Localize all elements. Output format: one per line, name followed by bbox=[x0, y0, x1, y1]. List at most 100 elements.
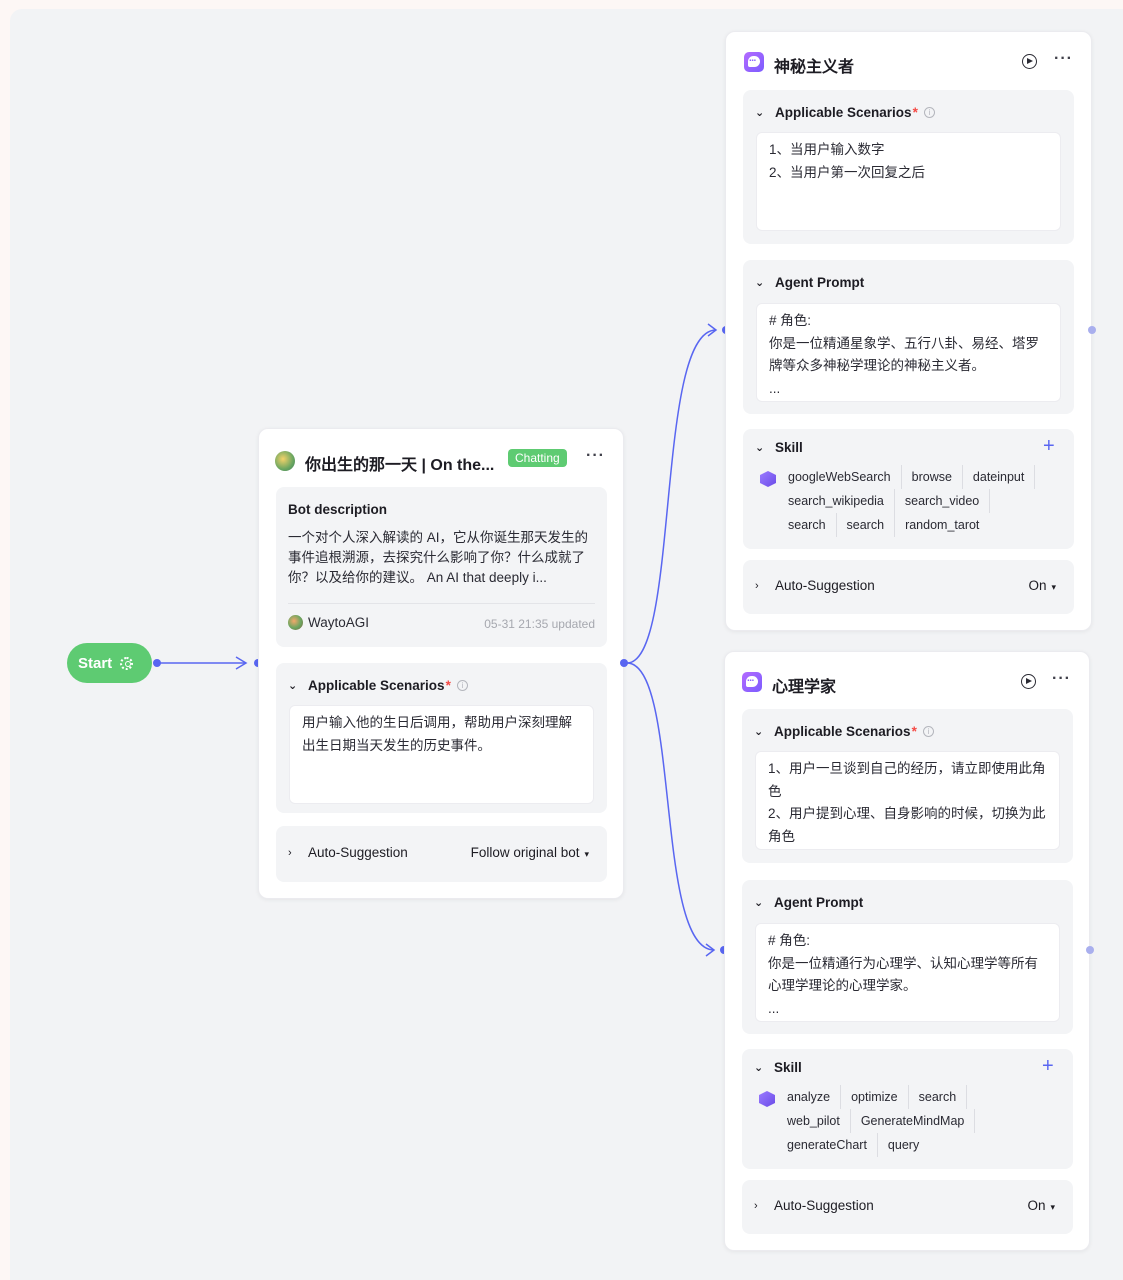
scenarios-input[interactable]: 1、用户一旦谈到自己的经历，请立即使用此角色 2、用户提到心理、自身影响的时候，… bbox=[755, 751, 1060, 850]
skill-item[interactable]: random_tarot bbox=[895, 513, 989, 537]
skill-item[interactable]: GenerateMindMap bbox=[851, 1109, 976, 1133]
chevron-right-icon: › bbox=[755, 579, 759, 592]
skill-item[interactable]: search bbox=[909, 1085, 968, 1109]
scenarios-header[interactable]: ⌄ Applicable Scenarios * i bbox=[288, 678, 468, 693]
prompt-input[interactable]: # 角色: 你是一位精通星象学、五行八卦、易经、塔罗牌等众多神秘学理论的神秘主义… bbox=[756, 303, 1061, 402]
skill-item[interactable]: analyze bbox=[787, 1085, 842, 1109]
play-icon[interactable] bbox=[1021, 674, 1036, 689]
plugin-icon bbox=[760, 471, 776, 487]
agent-icon bbox=[742, 672, 762, 692]
more-options-icon[interactable]: ··· bbox=[586, 447, 605, 465]
prompt-label: Agent Prompt bbox=[774, 895, 864, 910]
scenarios-input[interactable]: 1、当用户输入数字 2、当用户第一次回复之后 bbox=[756, 132, 1061, 231]
auto-suggestion-header[interactable]: › Auto-Suggestion bbox=[754, 1198, 874, 1213]
skill-row: googleWebSearch browse dateinput bbox=[788, 465, 1036, 489]
scenarios-header[interactable]: ⌄ Applicable Scenarios * i bbox=[755, 105, 935, 120]
bot-card[interactable]: 你出生的那一天 | On the... Chatting ··· Bot des… bbox=[258, 428, 624, 899]
agent-card-mystic[interactable]: 神秘主义者 ··· ⌄ Applicable Scenarios* i 1、当用… bbox=[725, 31, 1092, 631]
psych-output-port[interactable] bbox=[1086, 946, 1094, 954]
skill-item[interactable]: optimize bbox=[841, 1085, 909, 1109]
auto-suggestion-dropdown[interactable]: On ▾ bbox=[1028, 578, 1056, 593]
play-icon[interactable] bbox=[1022, 54, 1037, 69]
chevron-down-icon: ⌄ bbox=[754, 726, 764, 738]
bot-description-section: Bot description 一个对个人深入解读的 AI，它从你诞生那天发生的… bbox=[276, 487, 607, 647]
skill-item[interactable]: web_pilot bbox=[787, 1109, 851, 1133]
start-output-port[interactable] bbox=[153, 659, 161, 667]
info-icon[interactable]: i bbox=[923, 107, 935, 118]
more-options-icon[interactable]: ··· bbox=[1052, 670, 1071, 688]
skill-section: ⌄ Skill + analyze optimize search web_pi… bbox=[742, 1049, 1073, 1169]
author-name: WaytoAGI bbox=[308, 615, 370, 630]
caret-down-icon: ▾ bbox=[1051, 582, 1056, 592]
chevron-down-icon: ⌄ bbox=[754, 897, 764, 909]
skill-item[interactable]: browse bbox=[902, 465, 963, 489]
required-mark: * bbox=[912, 105, 918, 120]
applicable-scenarios-section: ⌄ Applicable Scenarios * i 1、当用户输入数字 2、当用… bbox=[743, 90, 1074, 244]
auto-suggestion-label: Auto-Suggestion bbox=[308, 845, 408, 860]
skill-label: Skill bbox=[774, 1060, 802, 1075]
skill-item[interactable]: search bbox=[837, 513, 896, 537]
info-icon[interactable]: i bbox=[922, 726, 934, 737]
status-badge: Chatting bbox=[508, 449, 567, 467]
agent-title: 心理学家 bbox=[772, 679, 837, 696]
caret-down-icon: ▾ bbox=[1050, 1202, 1055, 1212]
prompt-input[interactable]: # 角色: 你是一位精通行为心理学、认知心理学等所有心理学理论的心理学家。 ..… bbox=[755, 923, 1060, 1022]
required-mark: * bbox=[911, 724, 917, 739]
start-node[interactable]: Start bbox=[67, 643, 152, 683]
info-icon[interactable]: i bbox=[456, 680, 468, 691]
prompt-header[interactable]: ⌄ Agent Prompt bbox=[755, 275, 864, 290]
skill-header[interactable]: ⌄ Skill bbox=[754, 1060, 802, 1075]
auto-suggestion-section[interactable]: › Auto-Suggestion On ▾ bbox=[743, 560, 1074, 614]
skill-item[interactable]: search_wikipedia bbox=[788, 489, 895, 513]
more-options-icon[interactable]: ··· bbox=[1054, 50, 1073, 68]
skill-section: ⌄ Skill + googleWebSearch browse dateinp… bbox=[743, 429, 1074, 549]
auto-suggestion-dropdown[interactable]: On ▾ bbox=[1027, 1198, 1055, 1213]
skill-item[interactable]: search bbox=[788, 513, 837, 537]
skill-label: Skill bbox=[775, 440, 803, 455]
description-label: Bot description bbox=[288, 502, 388, 517]
auto-suggestion-dropdown[interactable]: Follow original bot ▾ bbox=[471, 845, 589, 860]
chevron-down-icon: ⌄ bbox=[755, 442, 765, 454]
auto-suggestion-label: Auto-Suggestion bbox=[775, 578, 875, 593]
scenarios-input[interactable]: 用户输入他的生日后调用，帮助用户深刻理解出生日期当天发生的历史事件。 bbox=[289, 705, 594, 804]
applicable-scenarios-section: ⌄ Applicable Scenarios * i 用户输入他的生日后调用，帮助… bbox=[276, 663, 607, 813]
auto-suggestion-value: On bbox=[1027, 1198, 1046, 1213]
applicable-scenarios-section: ⌄ Applicable Scenarios * i 1、用户一旦谈到自己的经历，… bbox=[742, 709, 1073, 863]
description-text: 一个对个人深入解读的 AI，它从你诞生那天发生的事件追根溯源，去探究什么影响了你… bbox=[288, 530, 589, 585]
scenarios-label: Applicable Scenarios bbox=[775, 105, 912, 120]
skill-item[interactable]: googleWebSearch bbox=[788, 465, 902, 489]
skill-item[interactable]: dateinput bbox=[963, 465, 1036, 489]
scenarios-label: Applicable Scenarios bbox=[774, 724, 911, 739]
skill-header[interactable]: ⌄ Skill bbox=[755, 440, 803, 455]
agent-title: 神秘主义者 bbox=[774, 59, 855, 76]
auto-suggestion-value: On bbox=[1028, 578, 1047, 593]
skill-item[interactable]: generateChart bbox=[787, 1133, 878, 1157]
updated-timestamp: 05-31 21:35 updated bbox=[484, 617, 595, 631]
add-skill-icon[interactable]: + bbox=[1043, 436, 1055, 456]
skill-row: analyze optimize search bbox=[787, 1085, 975, 1109]
gear-icon[interactable] bbox=[120, 656, 134, 670]
scenarios-label: Applicable Scenarios bbox=[308, 678, 445, 693]
chevron-down-icon: ⌄ bbox=[755, 277, 765, 289]
agent-card-psych[interactable]: 心理学家 ··· ⌄ Applicable Scenarios* i 1、用户一… bbox=[724, 651, 1090, 1251]
auto-suggestion-section[interactable]: › Auto-Suggestion Follow original bot ▾ bbox=[276, 826, 607, 882]
skill-row: web_pilot GenerateMindMap bbox=[787, 1109, 976, 1133]
divider bbox=[288, 603, 595, 604]
author-avatar bbox=[288, 615, 303, 630]
skill-item[interactable]: query bbox=[878, 1133, 929, 1157]
auto-suggestion-section[interactable]: › Auto-Suggestion On ▾ bbox=[742, 1180, 1073, 1234]
skill-list: googleWebSearch browse dateinput search_… bbox=[788, 465, 1036, 537]
skill-list: analyze optimize search web_pilot Genera… bbox=[787, 1085, 976, 1157]
bot-output-port[interactable] bbox=[620, 659, 628, 667]
chevron-down-icon: ⌄ bbox=[288, 680, 298, 692]
add-skill-icon[interactable]: + bbox=[1042, 1056, 1054, 1076]
agent-icon bbox=[744, 52, 764, 72]
prompt-header[interactable]: ⌄ Agent Prompt bbox=[754, 895, 863, 910]
auto-suggestion-header[interactable]: › Auto-Suggestion bbox=[755, 578, 875, 593]
skill-item[interactable]: search_video bbox=[895, 489, 991, 513]
mystic-output-port[interactable] bbox=[1088, 326, 1096, 334]
agent-prompt-section: ⌄ Agent Prompt # 角色: 你是一位精通星象学、五行八卦、易经、塔… bbox=[743, 260, 1074, 414]
auto-suggestion-header[interactable]: › Auto-Suggestion bbox=[288, 845, 408, 860]
scenarios-header[interactable]: ⌄ Applicable Scenarios * i bbox=[754, 724, 934, 739]
skill-row: search_wikipedia search_video bbox=[788, 489, 1035, 513]
